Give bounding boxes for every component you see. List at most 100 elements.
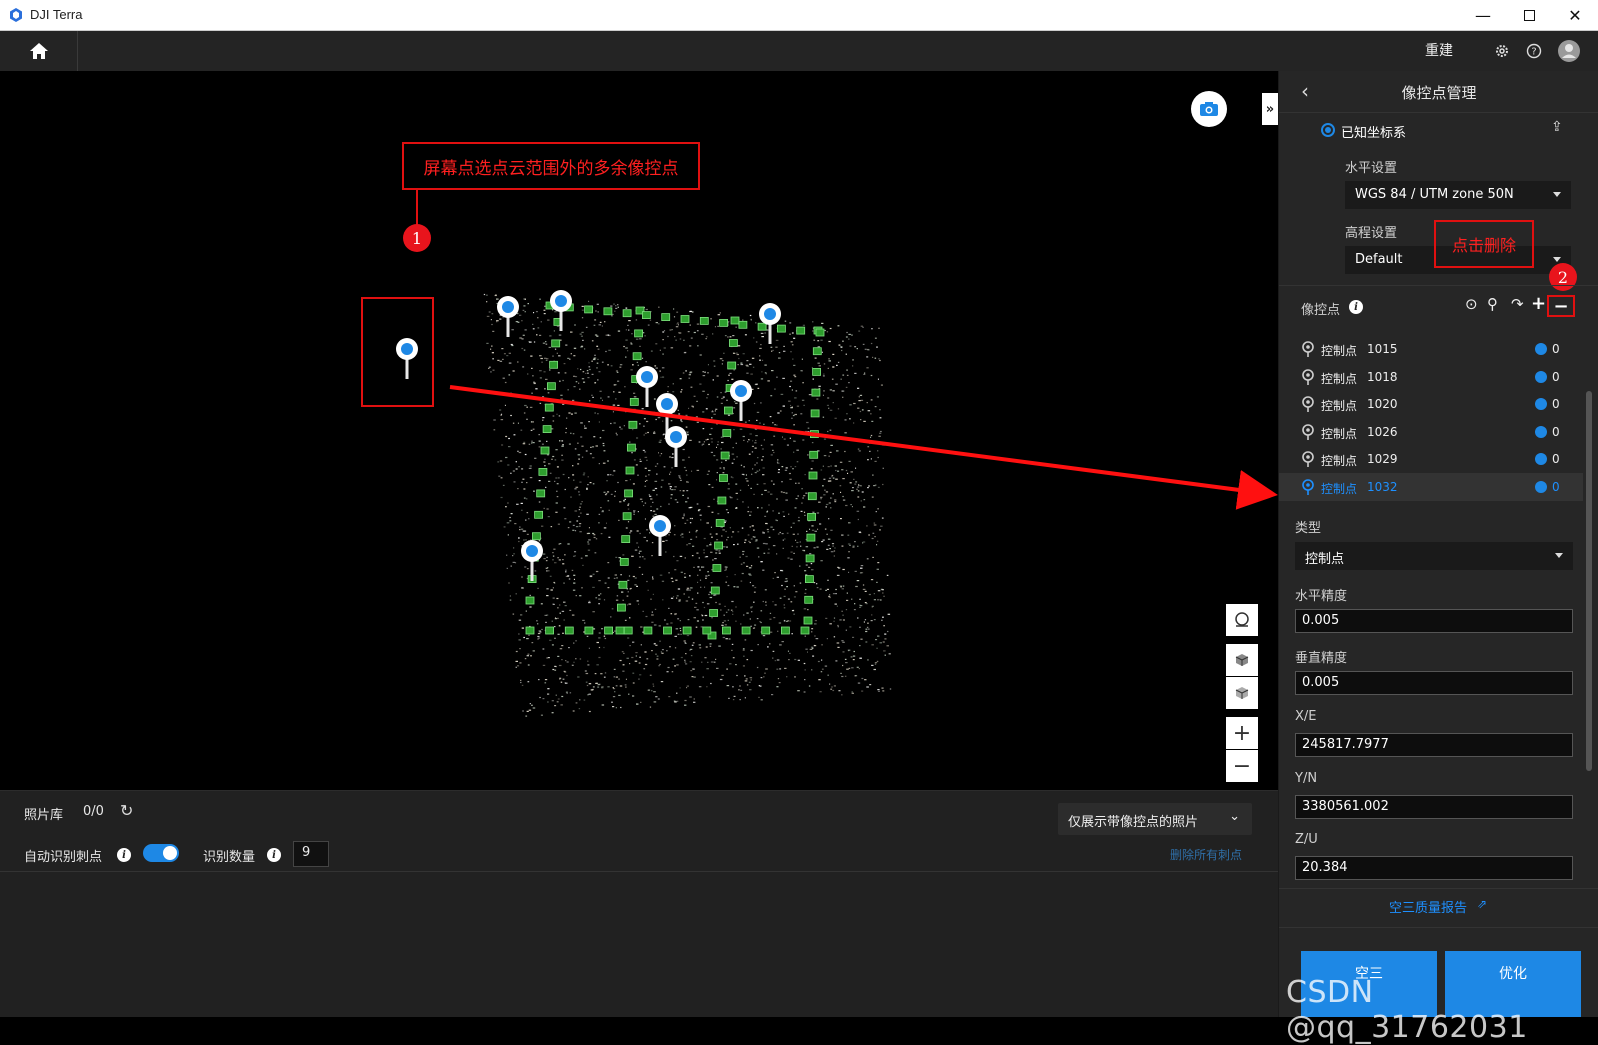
point-cloud-dot: [594, 673, 597, 675]
point-cloud-dot: [578, 458, 580, 460]
point-cloud-dot: [747, 484, 749, 486]
select-point-icon[interactable]: ⚲: [1487, 295, 1498, 313]
point-cloud-dot: [661, 580, 665, 582]
gcp-pin-marker[interactable]: [636, 366, 658, 407]
gcp-pin-marker[interactable]: [665, 426, 687, 467]
point-cloud-dot: [578, 382, 580, 384]
point-cloud-dot: [830, 688, 833, 690]
point-cloud-viewport[interactable]: 屏幕点选点云范围外的多余像控点 1 » + −: [0, 71, 1278, 790]
collapse-panel-button[interactable]: »: [1262, 93, 1278, 125]
horizontal-setting-select[interactable]: WGS 84 / UTM zone 50N: [1345, 181, 1571, 209]
gcp-pin-marker[interactable]: [521, 540, 543, 581]
point-cloud-dot: [671, 489, 674, 491]
gcp-row[interactable]: 控制点 1020 0: [1279, 390, 1583, 418]
maximize-button[interactable]: [1506, 0, 1552, 30]
tie-point-marker: [761, 626, 771, 635]
cube-view-front-button[interactable]: [1226, 644, 1258, 676]
detect-count-input[interactable]: 9: [293, 841, 329, 867]
delete-gcp-button[interactable]: −: [1547, 295, 1575, 317]
h-precision-input[interactable]: 0.005: [1295, 609, 1573, 633]
import-icon[interactable]: ⇪: [1551, 119, 1563, 135]
point-cloud-dot: [676, 560, 679, 562]
point-cloud-dot: [727, 379, 729, 382]
batch-select-icon[interactable]: ⊙: [1465, 295, 1478, 313]
gcp-row-partial[interactable]: [1279, 321, 1583, 331]
point-cloud-dot: [702, 390, 705, 392]
point-cloud-dot: [617, 380, 620, 382]
gcp-pin-marker[interactable]: [730, 380, 752, 421]
point-cloud-dot: [521, 347, 524, 350]
gcp-pin-marker[interactable]: [497, 296, 519, 337]
minimize-button[interactable]: —: [1460, 0, 1506, 30]
point-cloud-dot: [524, 329, 527, 331]
caret-down-icon: [1553, 192, 1561, 197]
point-cloud-dot: [764, 332, 767, 334]
view-mode-button[interactable]: [1226, 604, 1258, 636]
point-cloud-dot: [653, 432, 656, 434]
point-cloud-dot: [547, 657, 550, 659]
point-cloud-dot: [710, 427, 713, 430]
add-gcp-button[interactable]: +: [1531, 293, 1546, 314]
close-button[interactable]: ✕: [1552, 0, 1598, 30]
point-cloud-dot: [676, 501, 679, 503]
point-cloud-dot: [884, 633, 887, 635]
photo-filter-dropdown[interactable]: 仅展示带像控点的照片 ⌄: [1058, 803, 1252, 835]
help-button[interactable]: ?: [1522, 39, 1546, 63]
rebuild-button[interactable]: 重建: [1425, 40, 1453, 60]
point-cloud-dot: [886, 574, 889, 576]
user-avatar[interactable]: [1557, 39, 1581, 63]
point-cloud-dot: [732, 477, 734, 479]
export-icon[interactable]: ↷: [1511, 295, 1524, 313]
auto-detect-toggle[interactable]: [143, 844, 179, 862]
type-select[interactable]: 控制点: [1295, 542, 1573, 570]
x-input[interactable]: 245817.7977: [1295, 733, 1573, 757]
point-cloud-dot: [710, 542, 712, 544]
point-cloud-dot: [772, 657, 774, 659]
point-cloud-dot: [559, 648, 563, 650]
point-cloud-dot: [865, 628, 868, 630]
coord-system-radio[interactable]: [1321, 123, 1335, 137]
point-cloud-dot: [495, 294, 497, 296]
v-precision-input[interactable]: 0.005: [1295, 671, 1573, 695]
point-cloud-dot: [659, 663, 661, 666]
gcp-row[interactable]: 控制点 1026 0: [1279, 418, 1583, 446]
settings-button[interactable]: [1490, 39, 1514, 63]
screenshot-button[interactable]: [1191, 91, 1227, 127]
home-button[interactable]: [0, 31, 78, 71]
point-cloud-dot: [680, 534, 682, 536]
tie-point-marker: [643, 626, 653, 635]
delete-all-points-link[interactable]: 删除所有刺点: [1170, 846, 1242, 863]
point-cloud-dot: [565, 571, 567, 573]
point-cloud-dot: [502, 317, 504, 319]
point-cloud-dot: [745, 478, 748, 480]
y-input[interactable]: 3380561.002: [1295, 795, 1573, 819]
tie-point-marker: [699, 316, 709, 325]
point-cloud-dot: [580, 557, 583, 559]
point-cloud-dot: [602, 429, 605, 432]
cube-view-top-button[interactable]: [1226, 677, 1258, 709]
quality-report-link[interactable]: 空三质量报告: [1389, 897, 1467, 916]
point-cloud-dot: [760, 332, 764, 334]
point-cloud-dot: [592, 586, 595, 588]
point-cloud-dot: [663, 466, 666, 468]
point-cloud-dot: [774, 572, 776, 574]
point-cloud-dot: [710, 451, 713, 453]
point-cloud-dot: [855, 467, 857, 469]
point-cloud-dot: [650, 350, 653, 352]
z-input[interactable]: 20.384: [1295, 856, 1573, 880]
panel-scrollbar[interactable]: [1586, 391, 1592, 771]
zoom-out-button[interactable]: −: [1226, 750, 1258, 782]
point-cloud-dot: [804, 669, 806, 671]
gcp-row[interactable]: 控制点 1018 0: [1279, 363, 1583, 391]
point-cloud-dot: [784, 469, 788, 471]
refresh-icon[interactable]: ↻: [120, 801, 133, 820]
gcp-pin-marker[interactable]: [649, 515, 671, 556]
point-cloud-dot: [760, 444, 763, 446]
point-cloud-dot: [622, 554, 625, 556]
zoom-in-button[interactable]: +: [1226, 717, 1258, 749]
gcp-row[interactable]: 控制点 1029 0: [1279, 445, 1583, 473]
point-cloud-dot: [791, 406, 793, 408]
point-cloud-dot: [786, 532, 789, 534]
gcp-row[interactable]: 控制点 1032 0: [1279, 472, 1583, 501]
gcp-row[interactable]: 控制点 1015 0: [1279, 335, 1583, 363]
